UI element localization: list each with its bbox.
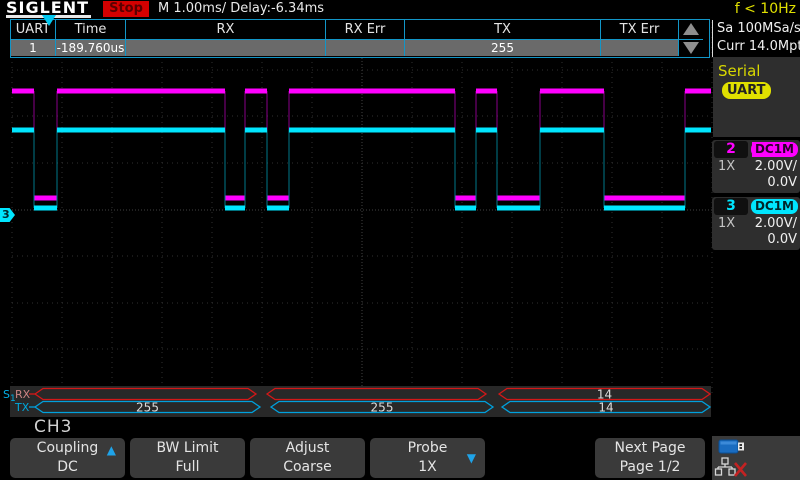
usb-icon <box>719 440 744 453</box>
channel3-attenuation: 1X <box>718 216 735 231</box>
scroll-up-cell[interactable] <box>679 20 703 39</box>
row-cell-index: 1 <box>11 39 56 56</box>
softkey-adjust[interactable]: Adjust Coarse <box>250 438 365 478</box>
svg-text:14: 14 <box>597 388 612 402</box>
channel3-status-box[interactable]: 3 DC1M 1X 2.00V/ 0.0V <box>712 197 800 250</box>
softkey-probe[interactable]: Probe 1X ▼ <box>370 438 485 478</box>
header-cell-tx: TX <box>405 20 601 39</box>
svg-text:255: 255 <box>136 401 159 415</box>
header-cell-rx-err: RX Err <box>326 20 405 39</box>
scroll-down-icon[interactable] <box>683 42 699 54</box>
channel2-number: 2 <box>714 141 748 158</box>
header-cell-time: Time <box>56 20 126 39</box>
up-arrow-icon: ▲ <box>107 441 116 460</box>
row-cell-rx <box>126 39 326 56</box>
active-channel-label: CH3 <box>34 417 72 437</box>
tx-bus-label: TX <box>15 402 29 413</box>
serial-decode-panel: Serial UART <box>713 57 800 137</box>
decode-event-table: UART Time RX RX Err TX TX Err 1 -189.760… <box>10 19 710 58</box>
decode-table-header: UART Time RX RX Err TX TX Err <box>11 20 709 39</box>
timebase-readout: M 1.00ms/ Delay:-6.34ms <box>158 1 324 17</box>
serial-label: Serial <box>718 62 760 80</box>
svg-text:14: 14 <box>598 401 613 415</box>
softkey-bw-limit[interactable]: BW Limit Full <box>130 438 245 478</box>
header-cell-rx: RX <box>126 20 326 39</box>
down-arrow-icon: ▼ <box>467 449 476 468</box>
channel2-status-box[interactable]: 2 B DC1M 1X 2.00V/ 0.0V <box>712 140 800 193</box>
scroll-down-cell[interactable] <box>679 39 703 56</box>
status-icons-panel <box>712 436 800 480</box>
channel2-coupling-badge: DC1M <box>751 142 798 157</box>
channel3-coupling-badge: DC1M <box>751 199 798 214</box>
rx-bus-label: RX <box>15 389 30 400</box>
sample-rate: Sa 100MSa/s <box>717 20 800 38</box>
run-state-badge: Stop <box>103 1 149 17</box>
frequency-counter: f < 10Hz <box>735 1 796 17</box>
svg-text:255: 255 <box>371 401 394 415</box>
channel2-offset: 0.0V <box>767 175 797 190</box>
row-cell-rx-err <box>326 39 405 56</box>
channel2-scale: 2.00V/ <box>755 159 797 174</box>
lan-disconnected-icon <box>716 458 747 476</box>
channel3-offset: 0.0V <box>767 232 797 247</box>
header-cell-tx-err: TX Err <box>601 20 679 39</box>
waveform-display: 14 255 255 14 <box>0 0 800 480</box>
channel2-attenuation: 1X <box>718 159 735 174</box>
row-cell-time: -189.760us <box>56 39 126 56</box>
softkey-next-page[interactable]: Next Page Page 1/2 <box>595 438 705 478</box>
decode-source-label: S1 <box>3 389 16 405</box>
softkey-coupling[interactable]: Coupling DC ▲ <box>10 438 125 478</box>
scroll-up-icon[interactable] <box>683 23 699 35</box>
channel3-scale: 2.00V/ <box>755 216 797 231</box>
trigger-position-marker[interactable] <box>42 15 56 26</box>
row-cell-tx-err <box>601 39 679 56</box>
decode-table-row[interactable]: 1 -189.760us 255 <box>11 39 709 56</box>
oscilloscope-screen: 1425525514 SIGLENT Stop M 1.00ms/ Delay:… <box>0 0 800 480</box>
serial-mode-badge: UART <box>722 82 771 99</box>
channel3-number: 3 <box>714 198 748 215</box>
row-cell-tx: 255 <box>405 39 601 56</box>
acquisition-info: Sa 100MSa/s Curr 14.0Mpts <box>712 20 800 57</box>
memory-depth: Curr 14.0Mpts <box>717 38 800 56</box>
